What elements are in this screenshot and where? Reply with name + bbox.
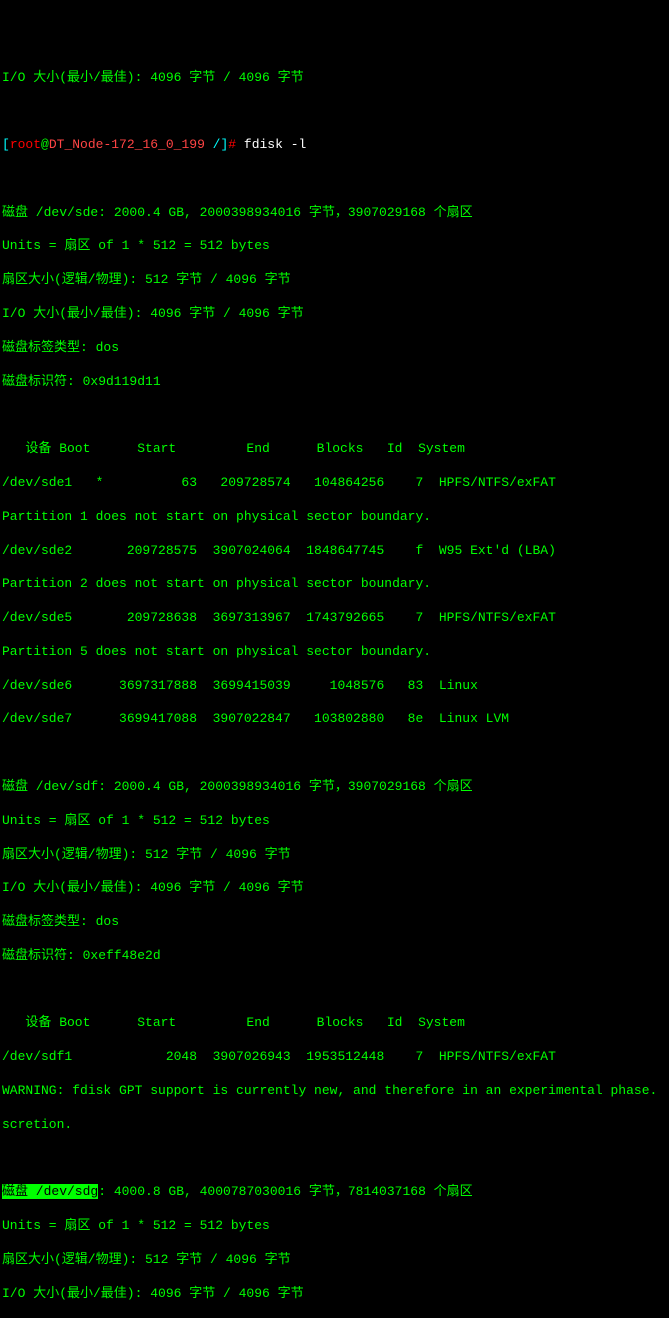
partition-row: /dev/sde6 3697317888 3699415039 1048576 … (2, 678, 667, 695)
prompt-user: root (10, 137, 41, 152)
partition-row: /dev/sde5 209728638 3697313967 174379266… (2, 610, 667, 627)
disk-header-sdg: 磁盘 /dev/sdg: 4000.8 GB, 4000787030016 字节… (2, 1184, 667, 1201)
output-line: 磁盘标识符: 0x9d119d11 (2, 374, 667, 391)
partition-header: 设备 Boot Start End Blocks Id System (2, 1015, 667, 1032)
blank-line (2, 1151, 667, 1168)
output-text: : 4000.8 GB, 4000787030016 字节，7814037168… (98, 1184, 472, 1199)
highlighted-text: 磁盘 /dev/sdg (2, 1184, 98, 1199)
output-line: Units = 扇区 of 1 * 512 = 512 bytes (2, 1218, 667, 1235)
bracket-open: [ (2, 137, 10, 152)
output-line: 磁盘标识符: 0xeff48e2d (2, 948, 667, 965)
output-line: Units = 扇区 of 1 * 512 = 512 bytes (2, 238, 667, 255)
gpt-warning: WARNING: fdisk GPT support is currently … (2, 1083, 667, 1100)
prompt-path: / (205, 137, 221, 152)
partition-warning: Partition 2 does not start on physical s… (2, 576, 667, 593)
blank-line (2, 745, 667, 762)
partition-row: /dev/sde7 3699417088 3907022847 10380288… (2, 711, 667, 728)
output-line: I/O 大小(最小/最佳): 4096 字节 / 4096 字节 (2, 880, 667, 897)
partition-header: 设备 Boot Start End Blocks Id System (2, 441, 667, 458)
partition-warning: Partition 1 does not start on physical s… (2, 509, 667, 526)
blank-line (2, 407, 667, 424)
disk-header-sdf: 磁盘 /dev/sdf: 2000.4 GB, 2000398934016 字节… (2, 779, 667, 796)
output-line: scretion. (2, 1117, 667, 1134)
output-line: I/O 大小(最小/最佳): 4096 字节 / 4096 字节 (2, 306, 667, 323)
output-line: 扇区大小(逻辑/物理): 512 字节 / 4096 字节 (2, 272, 667, 289)
command-text: fdisk -l (244, 137, 306, 152)
prompt-hash: # (228, 137, 244, 152)
output-line: 磁盘标签类型: dos (2, 914, 667, 931)
output-line: 扇区大小(逻辑/物理): 512 字节 / 4096 字节 (2, 1252, 667, 1269)
partition-row: /dev/sdf1 2048 3907026943 1953512448 7 H… (2, 1049, 667, 1066)
partition-row: /dev/sde1 * 63 209728574 104864256 7 HPF… (2, 475, 667, 492)
output-line: I/O 大小(最小/最佳): 4096 字节 / 4096 字节 (2, 70, 667, 87)
partition-row: /dev/sde2 209728575 3907024064 184864774… (2, 543, 667, 560)
blank-line (2, 982, 667, 999)
disk-header-sde: 磁盘 /dev/sde: 2000.4 GB, 2000398934016 字节… (2, 205, 667, 222)
partition-warning: Partition 5 does not start on physical s… (2, 644, 667, 661)
prompt-line[interactable]: [root@DT_Node-172_16_0_199 /]# fdisk -l (2, 137, 667, 154)
prompt-host: DT_Node-172_16_0_199 (49, 137, 205, 152)
blank-line (2, 171, 667, 188)
output-line: I/O 大小(最小/最佳): 4096 字节 / 4096 字节 (2, 1286, 667, 1303)
prompt-at: @ (41, 137, 49, 152)
blank-line (2, 103, 667, 120)
output-line: Units = 扇区 of 1 * 512 = 512 bytes (2, 813, 667, 830)
output-line: 扇区大小(逻辑/物理): 512 字节 / 4096 字节 (2, 847, 667, 864)
output-line: 磁盘标签类型: dos (2, 340, 667, 357)
